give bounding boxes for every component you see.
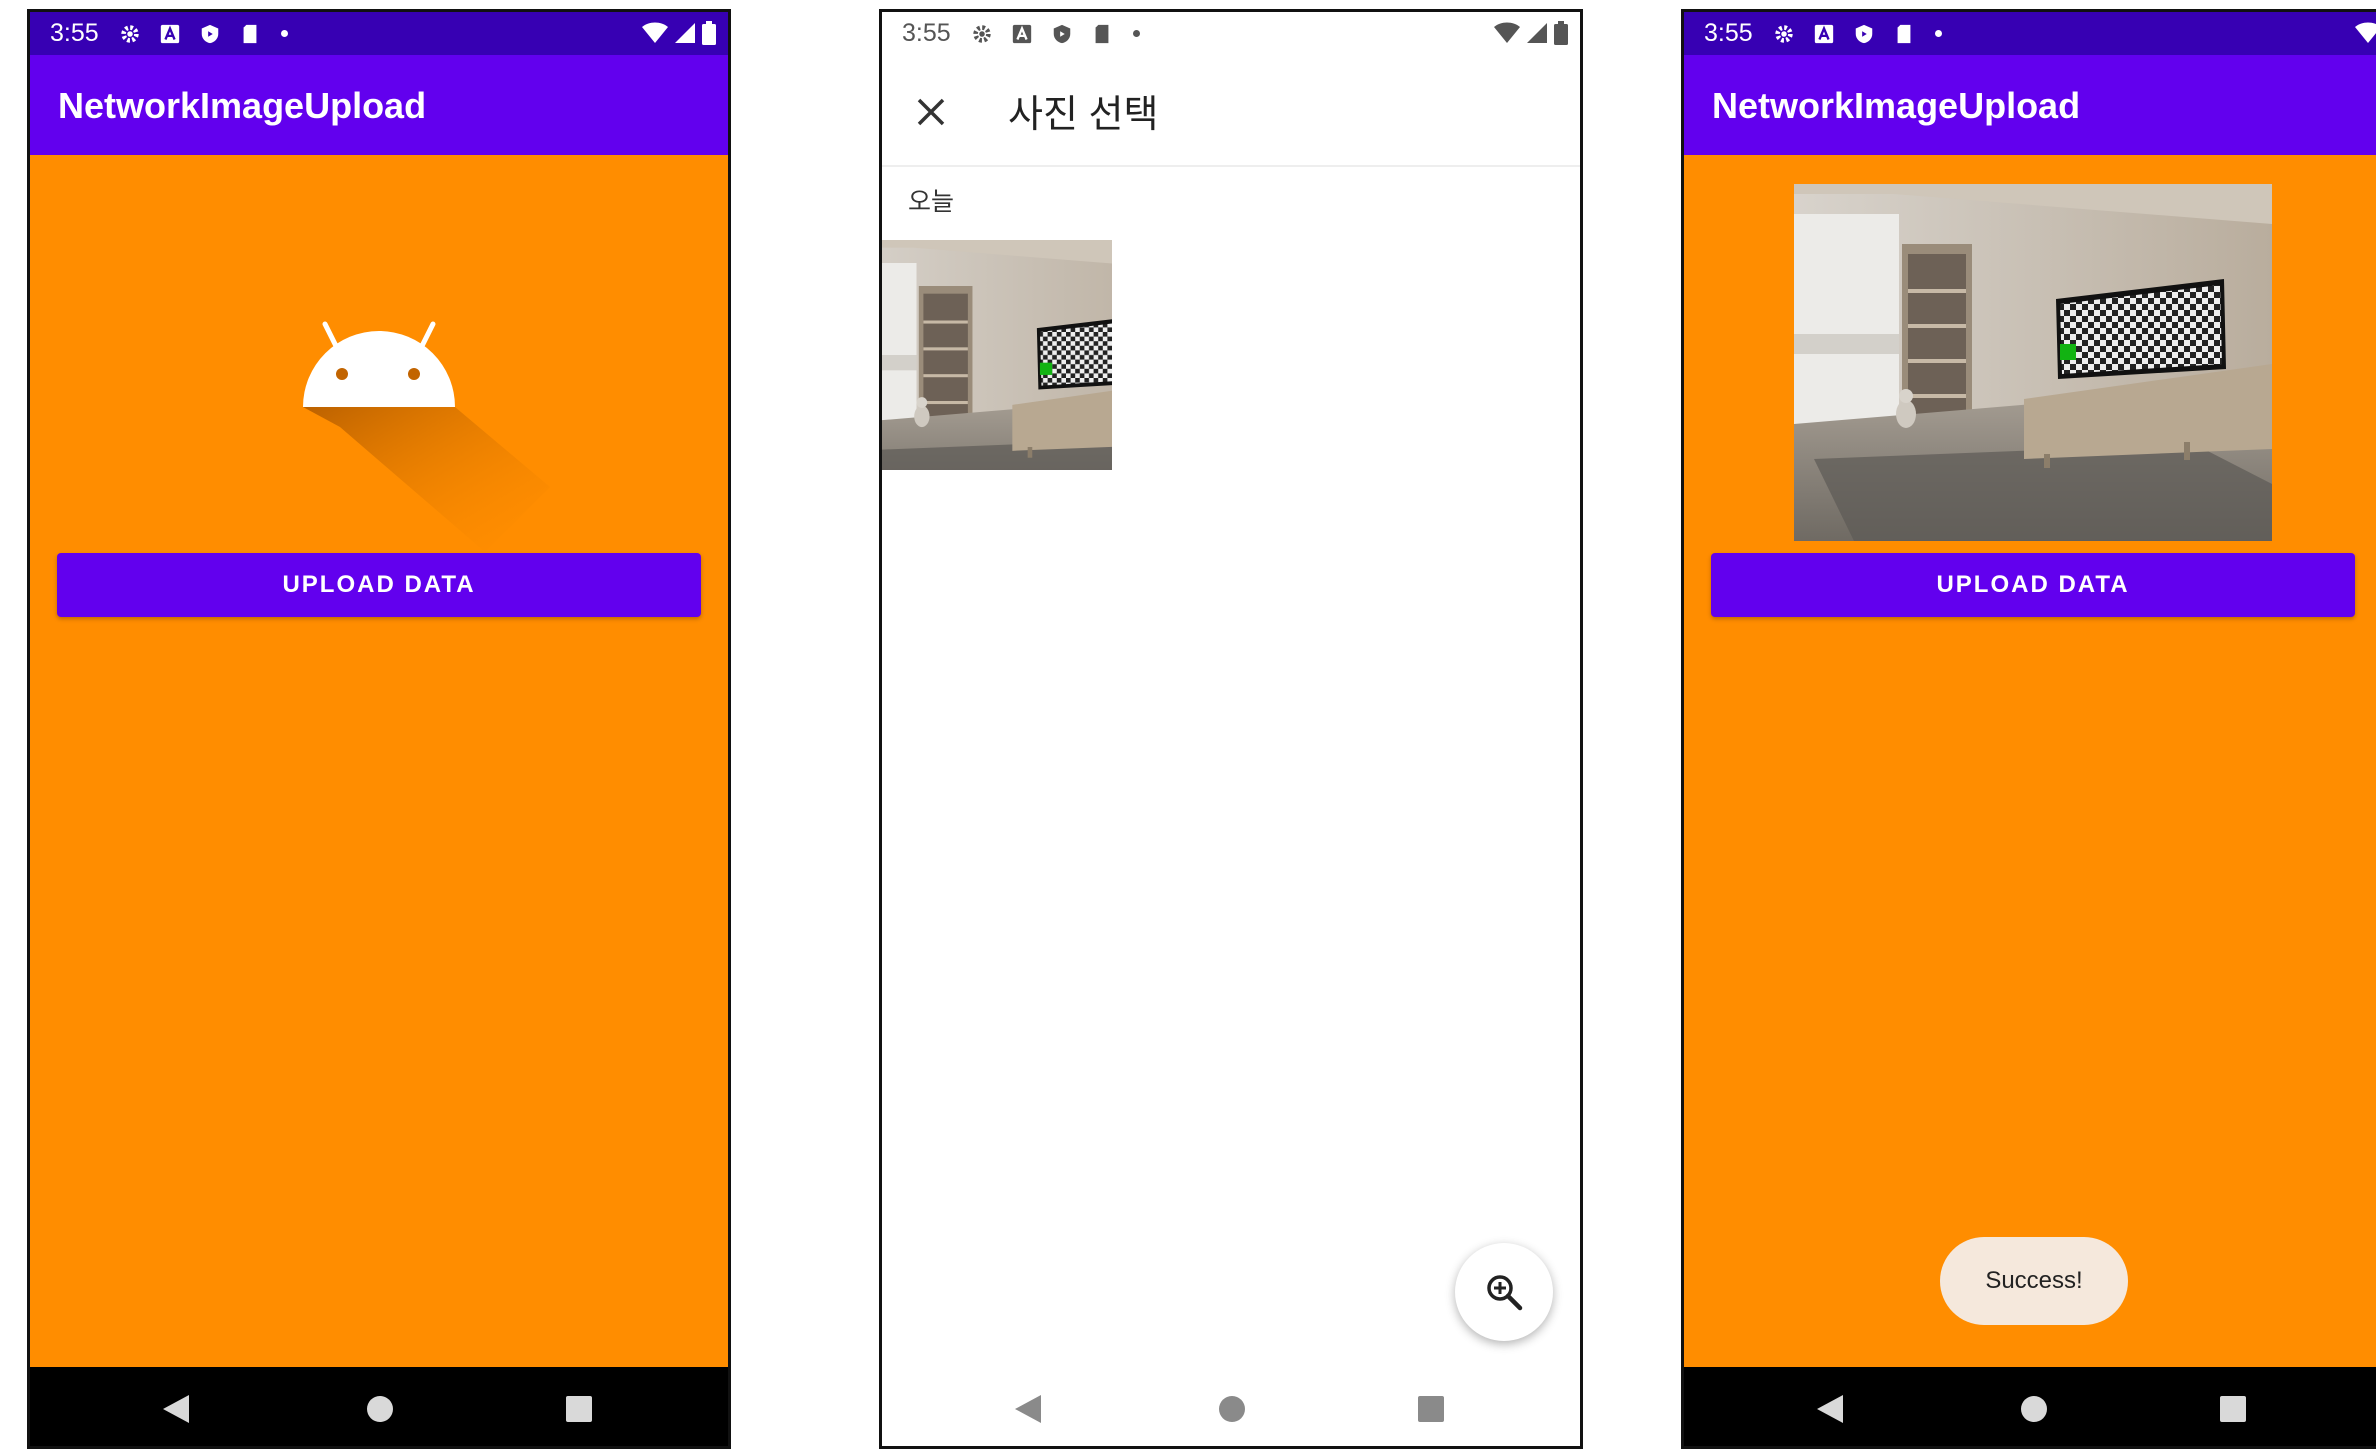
app-title: NetworkImageUpload (1712, 85, 2081, 126)
a-icon (157, 21, 183, 47)
back-icon[interactable] (1013, 1393, 1043, 1425)
navigation-bar (30, 1367, 728, 1446)
a-icon (1811, 21, 1837, 47)
android-robot-icon (303, 321, 550, 552)
battery-icon (702, 21, 716, 50)
back-icon[interactable] (1815, 1393, 1845, 1425)
app-title: NetworkImageUpload (58, 85, 427, 126)
status-bar: 3:55 (882, 12, 1580, 55)
status-bar: 3:55 (30, 12, 728, 55)
sd-card-icon (1089, 21, 1115, 47)
signal-icon (1526, 22, 1548, 49)
screen-photo-picker: 3:55 사진 선택 오늘 (879, 9, 1583, 1449)
status-time: 3:55 (902, 19, 951, 47)
picker-header: 사진 선택 (882, 55, 1580, 167)
screen-main-initial: 3:55 NetworkImageUpload UPLOAD DATA (27, 9, 731, 1449)
upload-data-button[interactable]: UPLOAD DATA (57, 553, 701, 617)
zoom-in-icon (1487, 1275, 1523, 1311)
dot-icon (1934, 30, 1942, 37)
wifi-icon (2355, 22, 2376, 49)
gear-icon (117, 21, 143, 47)
shield-icon (197, 21, 223, 47)
recents-icon[interactable] (564, 1393, 594, 1425)
picker-title: 사진 선택 (1008, 94, 1159, 136)
recents-icon[interactable] (2218, 1393, 2248, 1425)
sd-card-icon (1891, 21, 1917, 47)
a-icon (1009, 21, 1035, 47)
navigation-bar (882, 1367, 1580, 1446)
app-bar: NetworkImageUpload (30, 55, 728, 155)
living-room-photo (1794, 184, 2272, 541)
shield-icon (1851, 21, 1877, 47)
signal-icon (674, 22, 696, 49)
gear-icon (1771, 21, 1797, 47)
recents-icon[interactable] (1416, 1393, 1446, 1425)
living-room-photo[interactable] (882, 240, 1112, 470)
dot-icon (280, 30, 288, 37)
status-time: 3:55 (1704, 19, 1753, 47)
zoom-fab[interactable] (1455, 1243, 1553, 1341)
section-label-today: 오늘 (908, 188, 955, 216)
close-icon[interactable] (916, 97, 946, 127)
dot-icon (1132, 30, 1140, 37)
gear-icon (969, 21, 995, 47)
success-toast: Success! (1940, 1237, 2128, 1325)
screen-main-uploaded: 3:55 NetworkImageUpload UPLOAD DATA Succ… (1681, 9, 2376, 1449)
wifi-icon (642, 22, 668, 49)
back-icon[interactable] (161, 1393, 191, 1425)
navigation-bar (1684, 1367, 2376, 1446)
upload-data-button[interactable]: UPLOAD DATA (1711, 553, 2355, 617)
shield-icon (1049, 21, 1075, 47)
home-icon[interactable] (2019, 1393, 2049, 1425)
status-time: 3:55 (50, 19, 99, 47)
wifi-icon (1494, 22, 1520, 49)
home-icon[interactable] (1217, 1393, 1247, 1425)
app-bar: NetworkImageUpload (1684, 55, 2376, 155)
status-bar: 3:55 (1684, 12, 2376, 55)
home-icon[interactable] (365, 1393, 395, 1425)
battery-icon (1554, 21, 1568, 50)
sd-card-icon (237, 21, 263, 47)
